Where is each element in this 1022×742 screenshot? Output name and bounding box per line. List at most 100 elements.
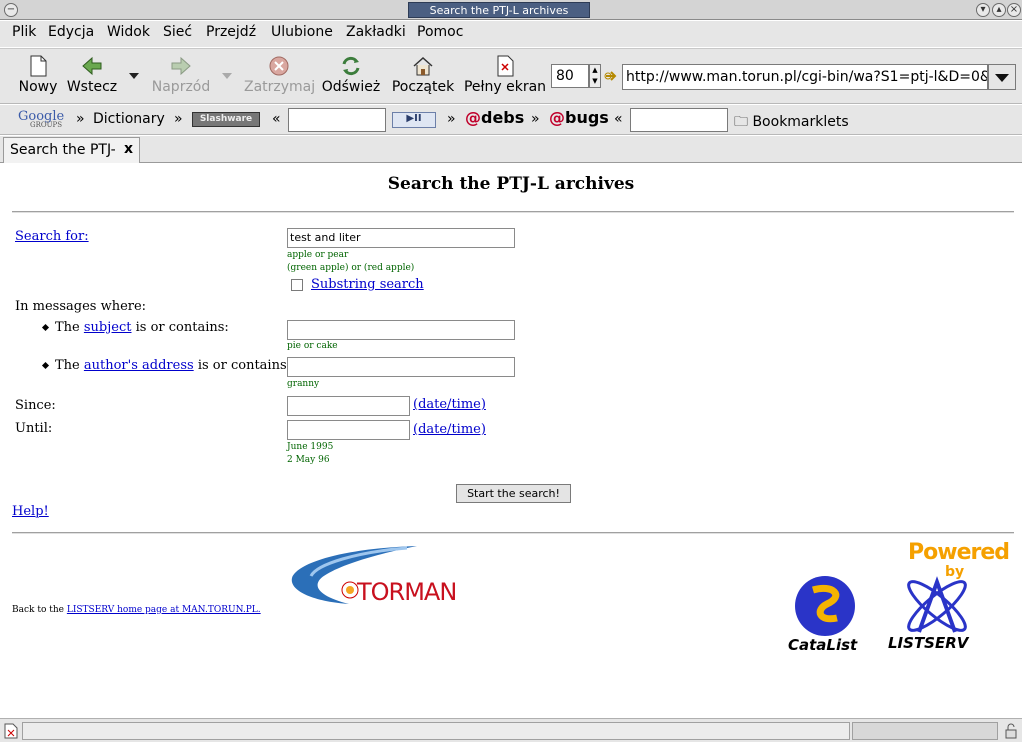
substring-search-link[interactable]: Substring search [311, 277, 424, 292]
stop-button[interactable]: Zatrzymaj [244, 53, 316, 103]
since-datetime-link[interactable]: (date/time) [413, 397, 486, 412]
powered-by-listserv-logo[interactable]: Powered by LISTSERV [883, 540, 1010, 656]
bookmark-folder-bookmarklets[interactable]: 🗀 Bookmarklets [734, 111, 849, 135]
subject-link[interactable]: subject [84, 320, 132, 335]
bookmark-google-groups[interactable]: Google GROUPS [18, 109, 64, 129]
search-input[interactable]: test and liter [287, 228, 515, 248]
listserv-logo-text: LISTSERV [888, 634, 969, 652]
go-icon[interactable] [604, 69, 620, 83]
back-to-listserv: Back to the LISTSERV home page at MAN.TO… [12, 605, 261, 615]
since-label: Since: [15, 398, 56, 413]
security-lock-icon[interactable] [1004, 723, 1018, 739]
fullscreen-label: Pełny ekran [463, 79, 547, 95]
title-bar: − Search the PTJ-L archives ▾ ▴ × [0, 0, 1022, 20]
powered-text: Powered [908, 540, 1010, 565]
minimize-icon[interactable]: ▾ [976, 3, 990, 17]
close-window-icon[interactable]: × [1007, 3, 1021, 17]
menu-przejdz[interactable]: Przejdź [206, 24, 256, 40]
menu-pomoc[interactable]: Pomoc [417, 24, 463, 40]
substring-search-checkbox[interactable] [291, 279, 303, 291]
menu-bar: Plik Edycja Widok Sieć Przejdź Ulubione … [0, 21, 1022, 47]
search-hint-1: apple or pear [287, 250, 349, 260]
since-input[interactable] [287, 396, 410, 416]
bookmark-slashware-logo[interactable]: Slashware [192, 112, 260, 127]
subject-input[interactable] [287, 320, 515, 340]
menu-edycja[interactable]: Edycja [48, 24, 94, 40]
menu-plik[interactable]: Plik [12, 24, 36, 40]
zoom-spinner[interactable]: ▲ ▼ [589, 64, 601, 88]
torman-logo[interactable]: TORMAN [287, 544, 457, 608]
home-icon [413, 56, 433, 76]
new-document-icon [30, 55, 47, 77]
in-messages-label: In messages where: [15, 299, 147, 314]
listserv-atom-icon [907, 576, 967, 633]
reload-label: Odśwież [321, 79, 381, 95]
fullscreen-button[interactable]: Pełny ekran [463, 53, 547, 103]
url-history-dropdown[interactable] [988, 64, 1016, 90]
stop-label: Zatrzymaj [244, 79, 316, 95]
menu-zakladki[interactable]: Zakładki [346, 24, 406, 40]
tab-ptj-archives[interactable]: Search the PTJ- x [3, 137, 140, 163]
menu-ulubione[interactable]: Ulubione [271, 24, 333, 40]
forward-label: Naprzód [151, 79, 211, 95]
tab-label: Search the PTJ- [10, 142, 116, 158]
listserv-home-link[interactable]: LISTSERV home page at MAN.TORUN.PL. [67, 605, 261, 615]
bookmark-dictionary[interactable]: Dictionary [93, 111, 165, 127]
home-label: Początek [391, 79, 455, 95]
url-input[interactable]: http://www.man.torun.pl/cgi-bin/wa?S1=pt… [622, 64, 988, 90]
subject-suffix: is or contains: [135, 320, 229, 335]
progress-bar [852, 722, 998, 740]
maximize-icon[interactable]: ▴ [992, 3, 1006, 17]
back-button[interactable]: Wstecz [64, 53, 120, 103]
window-title: Search the PTJ-L archives [408, 2, 590, 18]
menu-siec[interactable]: Sieć [163, 24, 192, 40]
bookmarks-toolbar: Google GROUPS » Dictionary » Slashware « … [0, 105, 1022, 135]
bookmark-separator: » [531, 111, 540, 127]
back-history-dropdown-icon[interactable] [129, 73, 139, 79]
forward-button[interactable]: Naprzód [150, 53, 212, 103]
date-hint-2: 2 May 96 [287, 455, 330, 465]
search-hint-2: (green apple) or (red apple) [287, 263, 415, 273]
author-suffix: is or contains: [197, 358, 291, 373]
zoom-input[interactable]: 80 [551, 64, 589, 88]
reload-button[interactable]: Odśwież [320, 53, 382, 103]
home-button[interactable]: Początek [389, 53, 457, 103]
new-button[interactable]: Nowy [16, 53, 60, 103]
tab-strip: Search the PTJ- x [0, 136, 1022, 163]
divider [12, 211, 1014, 213]
date-hint-1: June 1995 [287, 442, 334, 452]
page-title: Search the PTJ-L archives [387, 174, 635, 194]
back-arrow-icon [82, 56, 102, 76]
bookmark-separator: » [76, 111, 85, 127]
torman-logo-text: TORMAN [357, 578, 457, 606]
author-input[interactable] [287, 357, 515, 377]
bullet-icon [41, 323, 50, 332]
author-label: The author's address is or contains: [55, 358, 291, 373]
until-input[interactable] [287, 420, 410, 440]
bookmark-search-input-1[interactable] [288, 108, 386, 132]
close-tab-icon[interactable]: x [124, 141, 133, 157]
status-text [22, 722, 850, 740]
new-label: Nowy [18, 79, 58, 95]
menu-widok[interactable]: Widok [107, 24, 150, 40]
catalist-logo[interactable]: CataList [785, 574, 857, 656]
page-info-icon[interactable] [4, 723, 18, 739]
groups-logo-text: GROUPS [30, 121, 63, 129]
stop-icon [269, 56, 289, 76]
author-address-link[interactable]: author's address [84, 358, 194, 373]
divider [12, 532, 1014, 534]
start-search-button[interactable]: Start the search! [456, 484, 571, 503]
help-link[interactable]: Help! [12, 504, 49, 519]
bookmark-debs[interactable]: @debs [465, 108, 524, 127]
subject-label: The subject is or contains: [55, 320, 229, 335]
window-menu-icon[interactable]: − [4, 3, 18, 17]
bookmark-search-logo-icon[interactable]: ▶II [392, 112, 436, 128]
bookmark-bugs[interactable]: @bugs [549, 108, 609, 127]
forward-arrow-icon [171, 56, 191, 76]
until-label: Until: [15, 421, 53, 436]
page-content: Search the PTJ-L archives Search for: te… [3, 164, 1019, 718]
until-datetime-link[interactable]: (date/time) [413, 422, 486, 437]
forward-history-dropdown-icon[interactable] [222, 73, 232, 79]
bookmark-search-input-2[interactable] [630, 108, 728, 132]
search-for-link[interactable]: Search for: [15, 229, 89, 244]
